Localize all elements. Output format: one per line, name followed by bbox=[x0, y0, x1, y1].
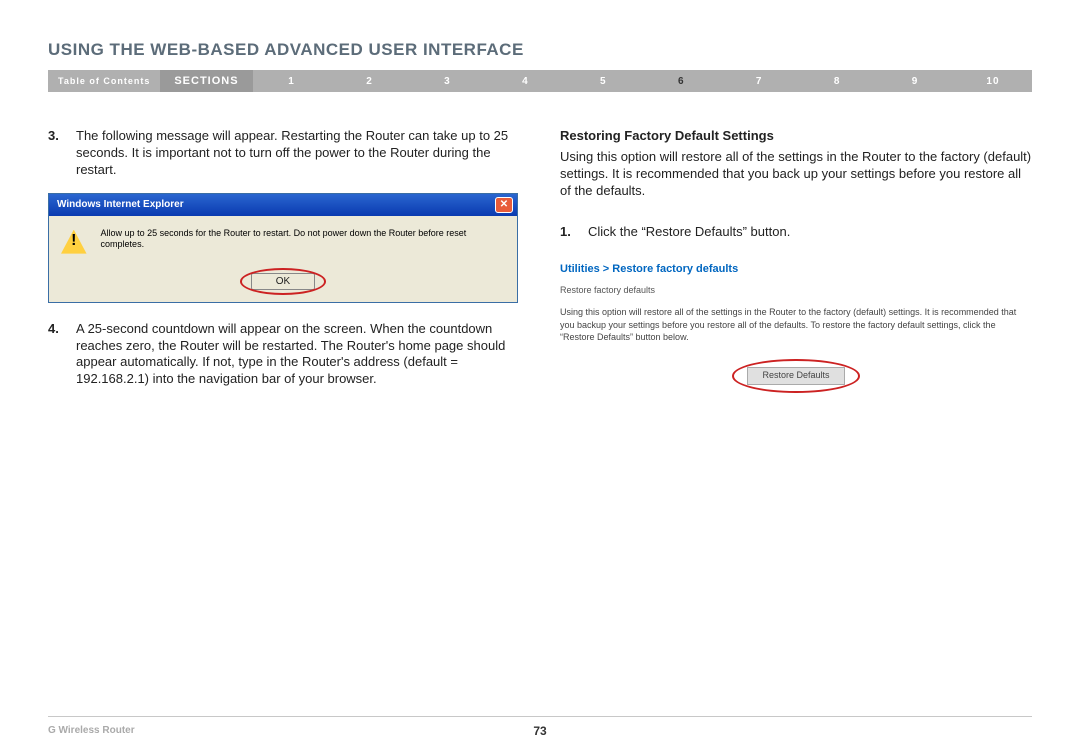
nav-section-10[interactable]: 10 bbox=[954, 76, 1032, 87]
dialog-body: ! Allow up to 25 seconds for the Router … bbox=[49, 216, 517, 272]
step-3-text: The following message will appear. Resta… bbox=[76, 128, 520, 179]
step-4-number: 4. bbox=[48, 321, 62, 389]
step-4: 4. A 25-second countdown will appear on … bbox=[48, 321, 520, 389]
close-icon[interactable]: ✕ bbox=[495, 197, 513, 213]
nav-sections-label: SECTIONS bbox=[160, 70, 252, 92]
ie-dialog: Windows Internet Explorer ✕ ! Allow up t… bbox=[48, 193, 518, 303]
step-4-text: A 25-second countdown will appear on the… bbox=[76, 321, 520, 389]
step-3-number: 3. bbox=[48, 128, 62, 179]
step-1: 1. Click the “Restore Defaults” button. bbox=[560, 224, 1032, 241]
nav-section-9[interactable]: 9 bbox=[876, 76, 954, 87]
nav-section-5[interactable]: 5 bbox=[564, 76, 642, 87]
dialog-titlebar: Windows Internet Explorer ✕ bbox=[49, 194, 517, 216]
page-number: 73 bbox=[533, 724, 546, 738]
step-3: 3. The following message will appear. Re… bbox=[48, 128, 520, 179]
nav-section-1[interactable]: 1 bbox=[253, 76, 331, 87]
right-column: Restoring Factory Default Settings Using… bbox=[560, 128, 1032, 402]
dialog-button-row: OK bbox=[49, 272, 517, 302]
nav-section-3[interactable]: 3 bbox=[408, 76, 486, 87]
restore-panel: Restore factory defaults Using this opti… bbox=[560, 285, 1032, 385]
restore-button-row: Restore Defaults bbox=[560, 367, 1032, 385]
restore-heading: Restoring Factory Default Settings bbox=[560, 128, 1032, 145]
nav-section-7[interactable]: 7 bbox=[720, 76, 798, 87]
section-nav-bar: Table of Contents SECTIONS 1 2 3 4 5 6 7… bbox=[48, 70, 1032, 92]
page-footer: G Wireless Router 73 bbox=[48, 716, 1032, 736]
nav-section-2[interactable]: 2 bbox=[331, 76, 409, 87]
step-1-text: Click the “Restore Defaults” button. bbox=[588, 224, 790, 241]
panel-subtitle: Restore factory defaults bbox=[560, 285, 1032, 297]
ok-button[interactable]: OK bbox=[251, 273, 315, 290]
step-1-number: 1. bbox=[560, 224, 574, 241]
panel-help-text: Using this option will restore all of th… bbox=[560, 306, 1032, 342]
nav-toc-link[interactable]: Table of Contents bbox=[48, 76, 160, 86]
warning-icon: ! bbox=[61, 230, 87, 254]
nav-section-6[interactable]: 6 bbox=[642, 76, 720, 87]
dialog-message: Allow up to 25 seconds for the Router to… bbox=[101, 228, 505, 251]
left-column: 3. The following message will appear. Re… bbox=[48, 128, 520, 402]
dialog-title: Windows Internet Explorer bbox=[57, 198, 184, 211]
restore-defaults-button[interactable]: Restore Defaults bbox=[747, 367, 844, 385]
nav-section-4[interactable]: 4 bbox=[486, 76, 564, 87]
restore-intro: Using this option will restore all of th… bbox=[560, 149, 1032, 200]
nav-section-8[interactable]: 8 bbox=[798, 76, 876, 87]
content-columns: 3. The following message will appear. Re… bbox=[48, 128, 1032, 402]
footer-product: G Wireless Router bbox=[48, 725, 135, 736]
page-title: USING THE WEB-BASED ADVANCED USER INTERF… bbox=[48, 40, 1032, 60]
breadcrumb: Utilities > Restore factory defaults bbox=[560, 262, 1032, 276]
